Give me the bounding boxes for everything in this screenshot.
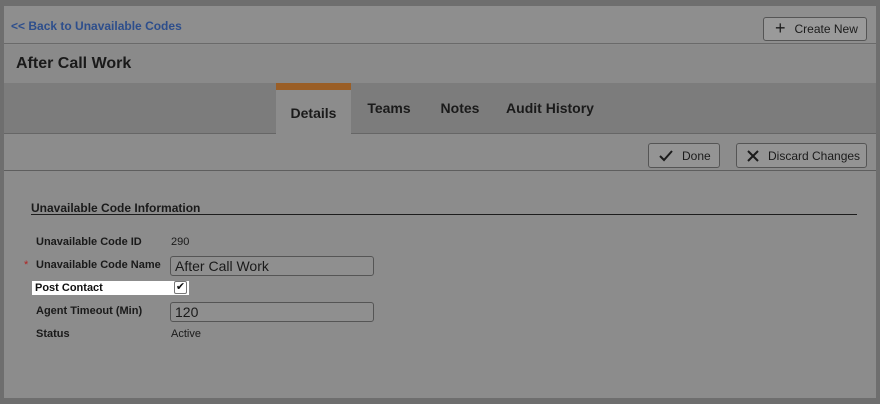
code-id-value: 290 — [171, 236, 190, 248]
agent-timeout-field[interactable] — [170, 302, 374, 322]
tab-details[interactable]: Details — [276, 83, 351, 135]
plus-icon: + — [775, 18, 786, 38]
agent-timeout-label: Agent Timeout (Min) — [36, 305, 143, 317]
code-name-field[interactable] — [170, 256, 374, 276]
discard-changes-label: Discard Changes — [768, 148, 861, 163]
section-divider — [31, 214, 857, 215]
top-bar: << Back to Unavailable Codes + Create Ne… — [4, 6, 876, 44]
section-title: Unavailable Code Information — [31, 201, 201, 215]
done-label: Done — [682, 148, 711, 163]
x-icon — [747, 149, 759, 162]
app-frame: << Back to Unavailable Codes + Create Ne… — [4, 6, 876, 398]
discard-changes-button[interactable]: Discard Changes — [736, 143, 867, 168]
tab-teams[interactable]: Teams — [362, 83, 416, 134]
checkmark-icon — [659, 149, 673, 161]
back-to-unavailable-codes-link[interactable]: << Back to Unavailable Codes — [11, 19, 182, 33]
status-value: Active — [171, 328, 201, 340]
post-contact-label: Post Contact — [35, 282, 103, 294]
code-id-label: Unavailable Code ID — [36, 236, 142, 248]
action-bar: Done Discard Changes — [4, 134, 876, 171]
page-title: After Call Work — [16, 55, 132, 72]
tab-notes[interactable]: Notes — [434, 83, 486, 134]
code-name-label: Unavailable Code Name — [36, 259, 161, 271]
status-label: Status — [36, 328, 70, 340]
create-new-label: Create New — [794, 22, 858, 36]
title-bar: After Call Work — [4, 45, 876, 83]
required-marker: * — [24, 259, 29, 271]
tab-bar: Details Teams Notes Audit History — [4, 83, 876, 135]
post-contact-label-highlight: Post Contact — [32, 281, 189, 295]
post-contact-checkbox[interactable]: ✔ — [174, 281, 187, 294]
done-button[interactable]: Done — [648, 143, 720, 168]
create-new-button[interactable]: + Create New — [763, 17, 867, 41]
tab-audit-history[interactable]: Audit History — [504, 83, 596, 134]
